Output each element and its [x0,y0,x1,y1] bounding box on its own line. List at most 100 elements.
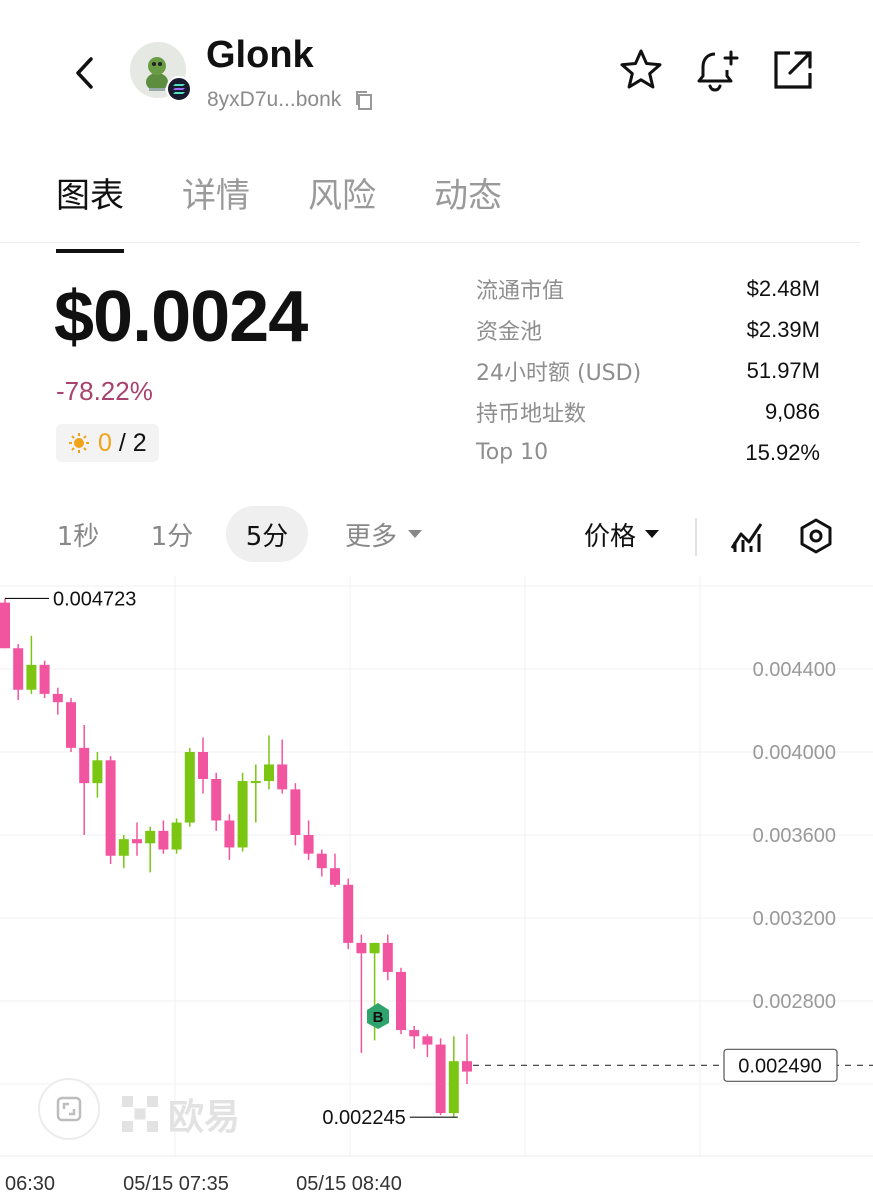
interval-5m[interactable]: 5分 [226,506,308,562]
current-price-label: 0.002490 [738,1055,821,1077]
candle-body [396,971,406,1031]
candle-body [92,760,103,784]
candle-body [316,853,327,869]
candle-body [277,764,288,790]
watermark-text: 欧易 [168,1097,241,1138]
interval-1m[interactable]: 1分 [140,506,204,562]
token-stats: 流通市值 $2.48M 资金池 $2.39M 24小时额 (USD) 51.97M 持… [476,268,820,473]
x-tick-label: 05/15 07:35 [123,1173,229,1195]
candle-body [356,942,367,954]
candle-body [145,830,156,844]
candle-body [13,648,24,690]
candle-body [422,1036,433,1045]
candle-body [343,884,354,943]
x-tick-label: 06:30 [5,1173,55,1195]
tab-details[interactable]: 详情 [182,168,250,237]
price-change: -78.22% [56,376,153,406]
stat-value: $2.48M [746,275,820,301]
copy-icon[interactable] [353,89,375,111]
token-header: Glonk 8yxD7u...bonk [0,0,873,150]
star-icon [620,49,662,89]
token-address-text: 8yxD7u...bonk [207,88,342,111]
badge-count: 0 [98,428,112,457]
share-button[interactable] [769,46,817,94]
low-price-label: 0.002245 [322,1107,405,1129]
price-type-dropdown[interactable]: 价格 [584,506,660,562]
candle-body [290,789,301,835]
okx-logo-icon [122,1096,158,1132]
candle-body [409,1030,420,1037]
stat-market-cap: 流通市值 $2.48M [476,268,820,309]
candle-body [448,1061,459,1114]
fullscreen-button[interactable] [38,1078,100,1140]
okx-watermark: 欧易 [120,1088,240,1140]
candle-body [369,942,380,954]
expand-icon [56,1096,82,1122]
solana-chain-icon [166,76,192,102]
price-chart[interactable]: 0.004400 0.004000 0.003600 0.003200 0.002800… [0,576,873,1200]
candle-body [39,664,50,694]
security-badge[interactable]: 0 / 2 [56,424,159,462]
header-actions [617,46,817,94]
candle-body [66,702,76,748]
candle-body [184,752,195,823]
toolbar-divider [695,518,697,556]
share-icon [774,51,812,89]
candle-body [198,752,208,779]
candle-body [0,602,10,649]
token-avatar [130,42,192,102]
y-tick-label: 0.004400 [753,659,836,681]
price-type-label: 价格 [584,521,637,552]
candle-body [264,764,274,782]
candle-body [330,868,340,885]
candle-body [435,1044,446,1114]
candle-body [250,781,261,784]
caret-down-icon [408,530,422,538]
interval-1s[interactable]: 1秒 [46,506,110,562]
candle-body [132,839,142,844]
stat-label: 持币地址数 [476,401,587,427]
bell-plus-icon [697,50,739,92]
tab-activity[interactable]: 动态 [434,168,502,237]
indicators-button[interactable] [725,514,769,558]
tab-chart[interactable]: 图表 [56,168,124,253]
caret-down-icon [645,530,660,538]
stat-liquidity: 资金池 $2.39M [476,309,820,350]
y-tick-label: 0.004000 [753,742,836,764]
chart-settings-button[interactable] [794,514,838,558]
candle-body [52,693,63,703]
stat-volume-24h: 24小时额 (USD) 51.97M [476,350,820,391]
stat-value: 9,086 [764,398,820,424]
price-alert-button[interactable] [693,46,741,94]
high-price-label: 0.004723 [53,588,136,610]
token-address[interactable]: 8yxD7u...bonk [207,88,375,112]
candle-body [118,839,129,856]
interval-more-label: 更多 [344,521,397,552]
interval-more[interactable]: 更多 [336,506,432,562]
y-tick-label: 0.003200 [753,908,836,930]
stat-value: 15.92% [745,439,820,465]
candle-body [171,822,182,850]
x-tick-label: 05/15 08:40 [296,1173,402,1195]
candle-body [382,942,393,972]
back-button[interactable] [62,48,106,98]
tabs-divider [0,242,860,243]
candle-body [158,830,169,850]
token-name: Glonk [206,34,314,76]
stat-label: 24小时额 (USD) [476,360,642,386]
candle-body [79,747,90,784]
tab-risk[interactable]: 风险 [308,168,376,237]
candle-body [303,835,314,854]
y-tick-label: 0.003600 [753,825,836,847]
stat-value: 51.97M [746,357,820,383]
indicator-chart-icon [730,523,763,552]
buy-marker-label: B [373,1009,384,1026]
stat-value: $2.39M [746,316,820,342]
interval-bar: 1秒 1分 5分 更多 价格 [0,506,873,566]
back-icon [76,57,93,89]
favorite-button[interactable] [617,46,665,94]
candle-body [26,664,37,690]
alert-sun-icon [69,433,89,453]
current-price: $0.0024 [54,277,308,357]
candle-body [237,781,248,848]
